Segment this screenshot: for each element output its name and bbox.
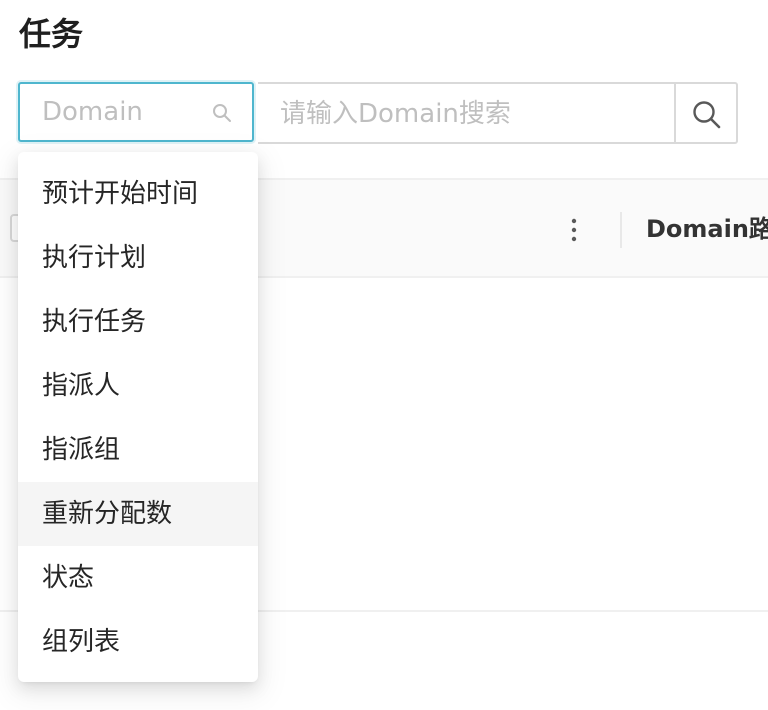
more-vertical-icon[interactable] — [564, 216, 584, 244]
dropdown-option-status[interactable]: 状态 — [18, 546, 258, 610]
search-field-dropdown: 预计开始时间 执行计划 执行任务 指派人 指派组 重新分配数 状态 组列表 — [18, 152, 258, 682]
column-header-domain-path[interactable]: Domain路径 — [646, 180, 768, 278]
search-field-select[interactable]: Domain — [18, 82, 254, 142]
dropdown-option-reassignment-count[interactable]: 重新分配数 — [18, 482, 258, 546]
search-icon — [212, 103, 232, 123]
page-title: 任务 — [19, 15, 84, 53]
search-input[interactable]: 请输入Domain搜索 — [258, 82, 676, 144]
dropdown-option-group-list[interactable]: 组列表 — [18, 610, 258, 674]
dropdown-option-expected-start-time[interactable]: 预计开始时间 — [18, 162, 258, 226]
column-divider[interactable] — [620, 212, 622, 248]
task-page: 任务 Domain 请输入Domain搜索 Domain路 预计开始时间 执行计… — [0, 0, 768, 710]
dropdown-option-assignee[interactable]: 指派人 — [18, 354, 258, 418]
dropdown-option-assignment-group[interactable]: 指派组 — [18, 418, 258, 482]
search-input-placeholder: 请输入Domain搜索 — [280, 99, 511, 129]
dropdown-option-execution-task[interactable]: 执行任务 — [18, 290, 258, 354]
search-icon — [693, 101, 721, 129]
search-field-select-value: Domain — [42, 97, 143, 127]
dropdown-option-execution-plan[interactable]: 执行计划 — [18, 226, 258, 290]
search-button[interactable] — [674, 82, 738, 144]
